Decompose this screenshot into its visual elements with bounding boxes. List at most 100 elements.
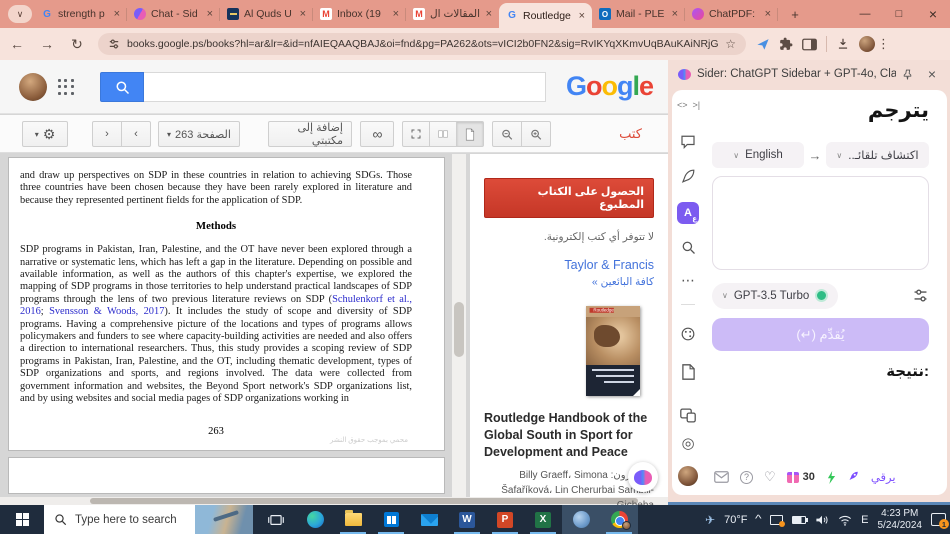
get-link-button[interactable]: ∞ <box>360 121 394 147</box>
upgrade-link[interactable]: يرقي <box>871 470 896 484</box>
close-tab-icon[interactable]: × <box>486 8 492 20</box>
write-quill-icon[interactable] <box>672 168 704 184</box>
tab-alquds[interactable]: Al Quds U× <box>220 0 313 28</box>
weather-icon[interactable]: ✈ <box>705 513 715 527</box>
edge-app-button[interactable] <box>296 505 334 534</box>
add-to-library-button[interactable]: إضافة إلى مكتبتي <box>268 121 352 147</box>
google-logo[interactable]: Google <box>566 71 653 102</box>
tab-routledge-active[interactable]: GRoutledge× <box>499 3 592 28</box>
tab-search-button[interactable]: ∨ <box>8 5 32 23</box>
language-indicator[interactable]: E <box>861 514 868 526</box>
code-view-icon[interactable]: <> <box>677 100 688 110</box>
mail-icon[interactable] <box>714 471 729 483</box>
zoom-out-button[interactable] <box>492 121 522 147</box>
close-tab-icon[interactable]: × <box>765 8 771 20</box>
translate-input[interactable] <box>712 176 929 270</box>
target-language-dropdown[interactable]: ∨English <box>712 142 804 168</box>
site-info-icon[interactable] <box>108 38 120 50</box>
close-tab-icon[interactable]: × <box>672 8 678 20</box>
tab-articles[interactable]: Mالمقالات ال× <box>406 0 499 28</box>
previous-page-button[interactable]: › <box>92 121 122 147</box>
two-page-view-button[interactable] <box>429 121 457 147</box>
favorite-heart-icon[interactable]: ♡ <box>764 469 776 485</box>
tab-strength[interactable]: Gstrength p× <box>34 0 127 28</box>
tab-mail[interactable]: OMail - PLE× <box>592 0 685 28</box>
profile-avatar[interactable] <box>859 36 875 52</box>
close-tab-icon[interactable]: × <box>300 8 306 20</box>
grammar-target-icon[interactable]: ◎ <box>672 434 704 452</box>
close-window-button[interactable]: × <box>916 0 950 28</box>
url-bar[interactable]: books.google.ps/books?hl=ar&lr=&id=nfAIE… <box>98 33 746 55</box>
chat-icon[interactable] <box>672 134 704 149</box>
close-tab-icon[interactable]: × <box>114 8 120 20</box>
google-apps-grid-icon[interactable] <box>58 79 75 96</box>
side-panel-icon[interactable] <box>802 38 817 51</box>
user-avatar[interactable] <box>672 466 704 486</box>
forward-button[interactable]: → <box>34 31 60 57</box>
page-selector-dropdown[interactable]: ▾الصفحة 263 <box>158 121 240 147</box>
swap-arrow-icon[interactable]: → <box>809 148 822 163</box>
all-sellers-link[interactable]: كافة البائعين » <box>484 276 654 288</box>
submit-button[interactable]: يُقدِّم (↵) <box>712 318 929 351</box>
collapse-panel-icon[interactable]: >| <box>693 100 701 110</box>
get-print-book-button[interactable]: الحصول على الكتاب المطبوع <box>484 178 654 218</box>
fullscreen-button[interactable] <box>402 121 430 147</box>
one-page-view-button[interactable] <box>456 121 484 147</box>
browser-menu-icon[interactable]: ⋮ <box>877 36 890 52</box>
next-page-button[interactable]: ‹ <box>121 121 151 147</box>
model-selector-dropdown[interactable]: ∨GPT-3.5 Turbo <box>712 283 838 309</box>
model-settings-icon[interactable] <box>912 287 929 304</box>
tab-inbox[interactable]: MInbox (19× <box>313 0 406 28</box>
tab-chat-sider[interactable]: Chat - Sid× <box>127 0 220 28</box>
extension-arrow-icon[interactable] <box>756 37 770 51</box>
clock[interactable]: 4:23 PM5/24/2024 <box>878 508 923 531</box>
rocket-icon[interactable] <box>848 471 860 483</box>
sider-floating-button[interactable] <box>628 462 658 492</box>
zoom-in-button[interactable] <box>521 121 551 147</box>
citation-link[interactable]: Svensson & Woods, 2017 <box>49 306 164 317</box>
file-explorer-button[interactable] <box>334 505 372 534</box>
excel-app-button[interactable]: X <box>524 505 562 534</box>
theme-palette-icon[interactable] <box>672 326 704 342</box>
temperature[interactable]: 70°F <box>724 514 747 526</box>
devices-icon[interactable] <box>672 408 704 423</box>
lightning-icon[interactable] <box>826 471 837 484</box>
vertical-scrollbar[interactable] <box>452 154 466 497</box>
task-view-button[interactable] <box>258 505 294 534</box>
chrome-app-button[interactable] <box>600 505 638 534</box>
close-tab-icon[interactable]: × <box>393 8 399 20</box>
globe-app-button[interactable] <box>562 505 600 534</box>
display-tray-icon[interactable] <box>770 515 783 525</box>
settings-button[interactable]: ▾⚙ <box>22 121 68 147</box>
search-button[interactable] <box>100 72 144 102</box>
source-language-dropdown[interactable]: ∨اكتشاف تلقائـ.. <box>826 142 929 168</box>
store-app-button[interactable] <box>372 505 410 534</box>
close-panel-icon[interactable]: × <box>924 66 940 82</box>
search-highlight-image[interactable] <box>195 505 253 534</box>
maximize-button[interactable]: □ <box>882 0 916 28</box>
close-tab-icon[interactable]: × <box>207 8 213 20</box>
extensions-puzzle-icon[interactable] <box>779 37 793 51</box>
search-tool-icon[interactable] <box>672 240 704 255</box>
download-icon[interactable] <box>836 37 850 51</box>
help-icon[interactable]: ? <box>740 471 753 484</box>
new-tab-button[interactable]: + <box>784 4 806 24</box>
account-avatar[interactable] <box>19 73 47 101</box>
scrollbar-thumb[interactable] <box>454 302 464 357</box>
word-app-button[interactable]: W <box>448 505 486 534</box>
back-button[interactable]: ← <box>4 31 30 57</box>
wifi-icon[interactable] <box>838 514 852 526</box>
hidden-icons-chevron[interactable]: ^ <box>756 514 763 525</box>
pdf-tool-icon[interactable] <box>672 364 704 380</box>
minimize-button[interactable]: — <box>848 0 882 28</box>
search-input[interactable] <box>144 72 546 102</box>
pin-icon[interactable] <box>902 69 918 80</box>
tab-chatpdf[interactable]: ChatPDF:× <box>685 0 778 28</box>
volume-icon[interactable] <box>815 514 829 526</box>
book-cover-thumbnail[interactable]: Routledge <box>586 306 640 396</box>
mail-app-button[interactable] <box>410 505 448 534</box>
reload-button[interactable]: ↻ <box>64 31 90 57</box>
start-button[interactable] <box>0 505 44 534</box>
gift-credits-icon[interactable] <box>787 472 799 483</box>
translate-icon-active[interactable]: Aع <box>672 202 704 224</box>
